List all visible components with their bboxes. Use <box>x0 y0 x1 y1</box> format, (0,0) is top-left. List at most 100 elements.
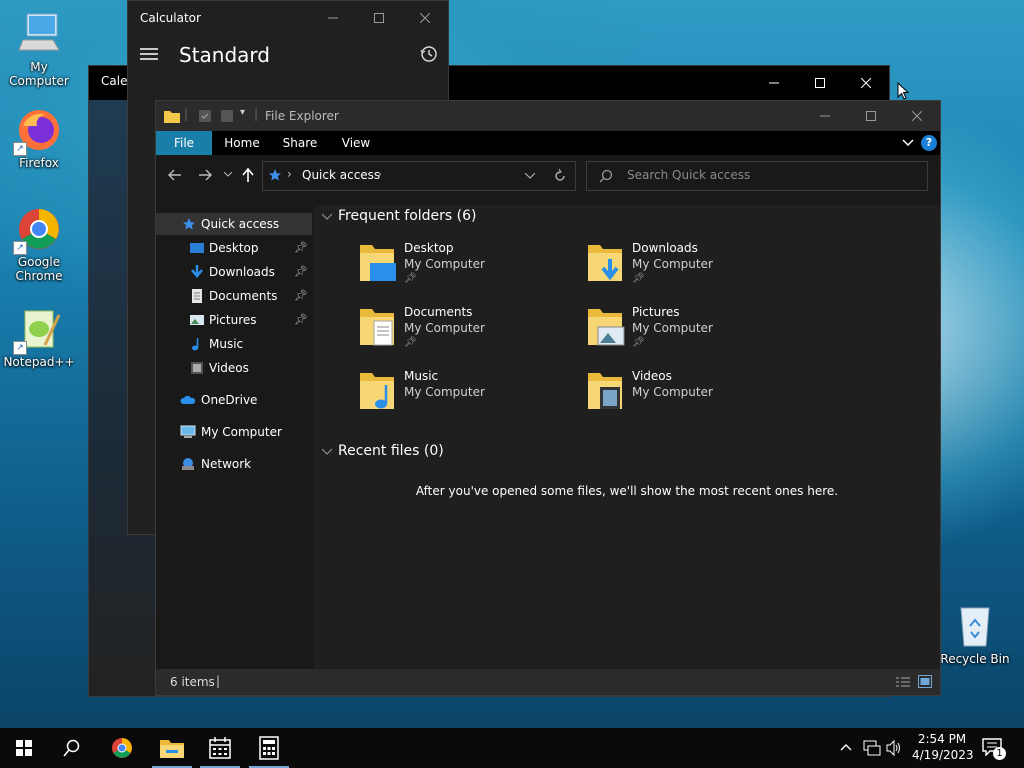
folder-tile-desktop[interactable]: Desktop My Computer 📌︎ <box>358 241 578 301</box>
tab-share[interactable]: Share <box>272 131 328 155</box>
explorer-maximize-button[interactable] <box>848 101 894 131</box>
nav-item-videos[interactable]: Videos <box>156 357 312 379</box>
calculator-menu-button[interactable] <box>140 47 158 64</box>
file-explorer-window[interactable]: | ▾ | File Explorer File Home Share View… <box>155 100 941 696</box>
collapse-group-icon[interactable] <box>322 448 332 456</box>
desktop-icon-firefox[interactable]: ↗ Firefox <box>0 106 78 170</box>
help-icon[interactable]: ? <box>921 135 937 151</box>
clock[interactable]: 2:54 PM 4/19/2023 <box>912 731 974 763</box>
calendar-close-button[interactable] <box>843 66 889 100</box>
volume-icon[interactable] <box>886 740 902 756</box>
collapse-group-icon[interactable] <box>322 213 332 221</box>
videos-folder-icon <box>588 373 622 409</box>
recent-locations-chevron-icon[interactable] <box>224 172 232 178</box>
pin-icon[interactable]: 📌︎ <box>294 309 308 331</box>
pin-icon[interactable]: 📌︎ <box>294 261 308 283</box>
calendar-icon <box>209 737 231 759</box>
ribbon-tabs: File Home Share View ? <box>156 131 940 155</box>
folder-name: Pictures <box>632 305 680 319</box>
tab-view[interactable]: View <box>328 131 384 155</box>
tab-file[interactable]: File <box>156 131 212 155</box>
desktop-icon-google-chrome[interactable]: ↗ Google Chrome <box>0 205 78 283</box>
up-arrow-icon[interactable] <box>242 168 254 182</box>
folder-quick-icon <box>164 111 180 123</box>
desktop-icon-recycle-bin[interactable]: Recycle Bin <box>936 602 1014 666</box>
nav-item-onedrive[interactable]: OneDrive <box>156 389 312 411</box>
folder-location: My Computer <box>632 257 713 271</box>
taskbar-calculator[interactable] <box>245 728 293 768</box>
pin-icon[interactable]: 📌︎ <box>294 237 308 259</box>
pin-icon[interactable]: 📌︎ <box>294 285 308 307</box>
address-bar[interactable]: › Quick access › <box>262 161 576 191</box>
nav-item-pictures[interactable]: Pictures 📌︎ <box>156 309 312 331</box>
nav-item-music[interactable]: Music <box>156 333 312 355</box>
close-icon <box>861 78 871 88</box>
breadcrumb-chevron-icon[interactable]: › <box>287 167 292 181</box>
folder-tile-pictures[interactable]: Pictures My Computer 📌︎ <box>586 305 806 365</box>
folder-tile-music[interactable]: Music My Computer <box>358 369 578 429</box>
taskbar-file-explorer[interactable] <box>148 728 196 768</box>
nav-item-network[interactable]: Network <box>156 453 312 475</box>
nav-item-downloads[interactable]: Downloads 📌︎ <box>156 261 312 283</box>
desktop-icon-label: Firefox <box>19 156 59 170</box>
search-button[interactable] <box>48 728 96 768</box>
explorer-close-button[interactable] <box>894 101 940 131</box>
network-status-icon[interactable] <box>863 740 881 756</box>
explorer-minimize-button[interactable] <box>802 101 848 131</box>
taskbar-calendar[interactable] <box>196 728 244 768</box>
recent-files-header[interactable]: Recent files (0) <box>338 443 444 459</box>
separator: | <box>254 107 259 121</box>
videos-icon <box>191 362 203 374</box>
refresh-icon[interactable] <box>553 169 567 183</box>
new-folder-icon[interactable] <box>220 109 234 123</box>
expand-ribbon-icon[interactable] <box>902 138 914 148</box>
documents-folder-icon <box>360 309 394 346</box>
address-breadcrumb[interactable]: Quick access <box>302 168 380 182</box>
nav-item-my-computer[interactable]: My Computer <box>156 421 312 443</box>
computer-icon <box>180 425 196 438</box>
large-icons-view-icon[interactable] <box>918 675 932 688</box>
clock-time: 2:54 PM <box>917 732 967 746</box>
breadcrumb-chevron-icon[interactable]: › <box>377 167 382 181</box>
search-box[interactable]: Search Quick access <box>586 161 928 191</box>
taskbar: 2:54 PM 4/19/2023 1 <box>0 728 1024 768</box>
folder-tile-downloads[interactable]: Downloads My Computer 📌︎ <box>586 241 806 301</box>
nav-label: Quick access <box>201 217 280 231</box>
desktop-folder-icon <box>190 243 204 253</box>
address-dropdown-icon[interactable] <box>525 173 535 179</box>
action-center-button[interactable]: 1 <box>982 738 1006 760</box>
frequent-folders-header[interactable]: Frequent folders (6) <box>338 208 477 224</box>
nav-item-documents[interactable]: Documents 📌︎ <box>156 285 312 307</box>
pin-icon: 📌︎ <box>404 273 417 284</box>
folder-tile-videos[interactable]: Videos My Computer <box>586 369 806 429</box>
nav-label: Music <box>209 337 244 351</box>
folder-location: My Computer <box>404 385 485 399</box>
calculator-close-button[interactable] <box>402 1 448 35</box>
back-arrow-icon[interactable] <box>168 169 182 181</box>
show-hidden-icons-chevron-icon[interactable] <box>840 743 852 751</box>
item-count: 6 items <box>170 675 215 689</box>
start-button[interactable] <box>0 728 48 768</box>
taskbar-chrome[interactable] <box>98 728 146 768</box>
separator: | <box>184 107 189 121</box>
calculator-history-button[interactable] <box>420 45 438 66</box>
explorer-title-bar: | ▾ | File Explorer <box>156 101 940 131</box>
nav-item-desktop[interactable]: Desktop 📌︎ <box>156 237 312 259</box>
calculator-minimize-button[interactable] <box>310 1 356 35</box>
tab-home[interactable]: Home <box>214 131 270 155</box>
desktop-icon-my-computer[interactable]: My Computer <box>0 10 78 88</box>
desktop-icon-notepad-plus-plus[interactable]: ↗ Notepad++ <box>0 305 78 369</box>
quick-access-star-icon <box>269 169 281 181</box>
forward-arrow-icon[interactable] <box>198 169 212 181</box>
calendar-minimize-button[interactable] <box>751 66 797 100</box>
calculator-maximize-button[interactable] <box>356 1 402 35</box>
nav-item-quick-access[interactable]: Quick access <box>156 213 312 235</box>
details-view-icon[interactable] <box>896 676 910 688</box>
quick-access-toolbar-dropdown-icon[interactable]: ▾ <box>240 107 245 118</box>
file-explorer-icon <box>160 740 184 758</box>
folder-tile-documents[interactable]: Documents My Computer 📌︎ <box>358 305 578 365</box>
separator: | <box>216 674 221 688</box>
notepad-plus-plus-icon: ↗ <box>13 305 63 355</box>
calendar-maximize-button[interactable] <box>797 66 843 100</box>
properties-icon[interactable] <box>198 109 212 123</box>
